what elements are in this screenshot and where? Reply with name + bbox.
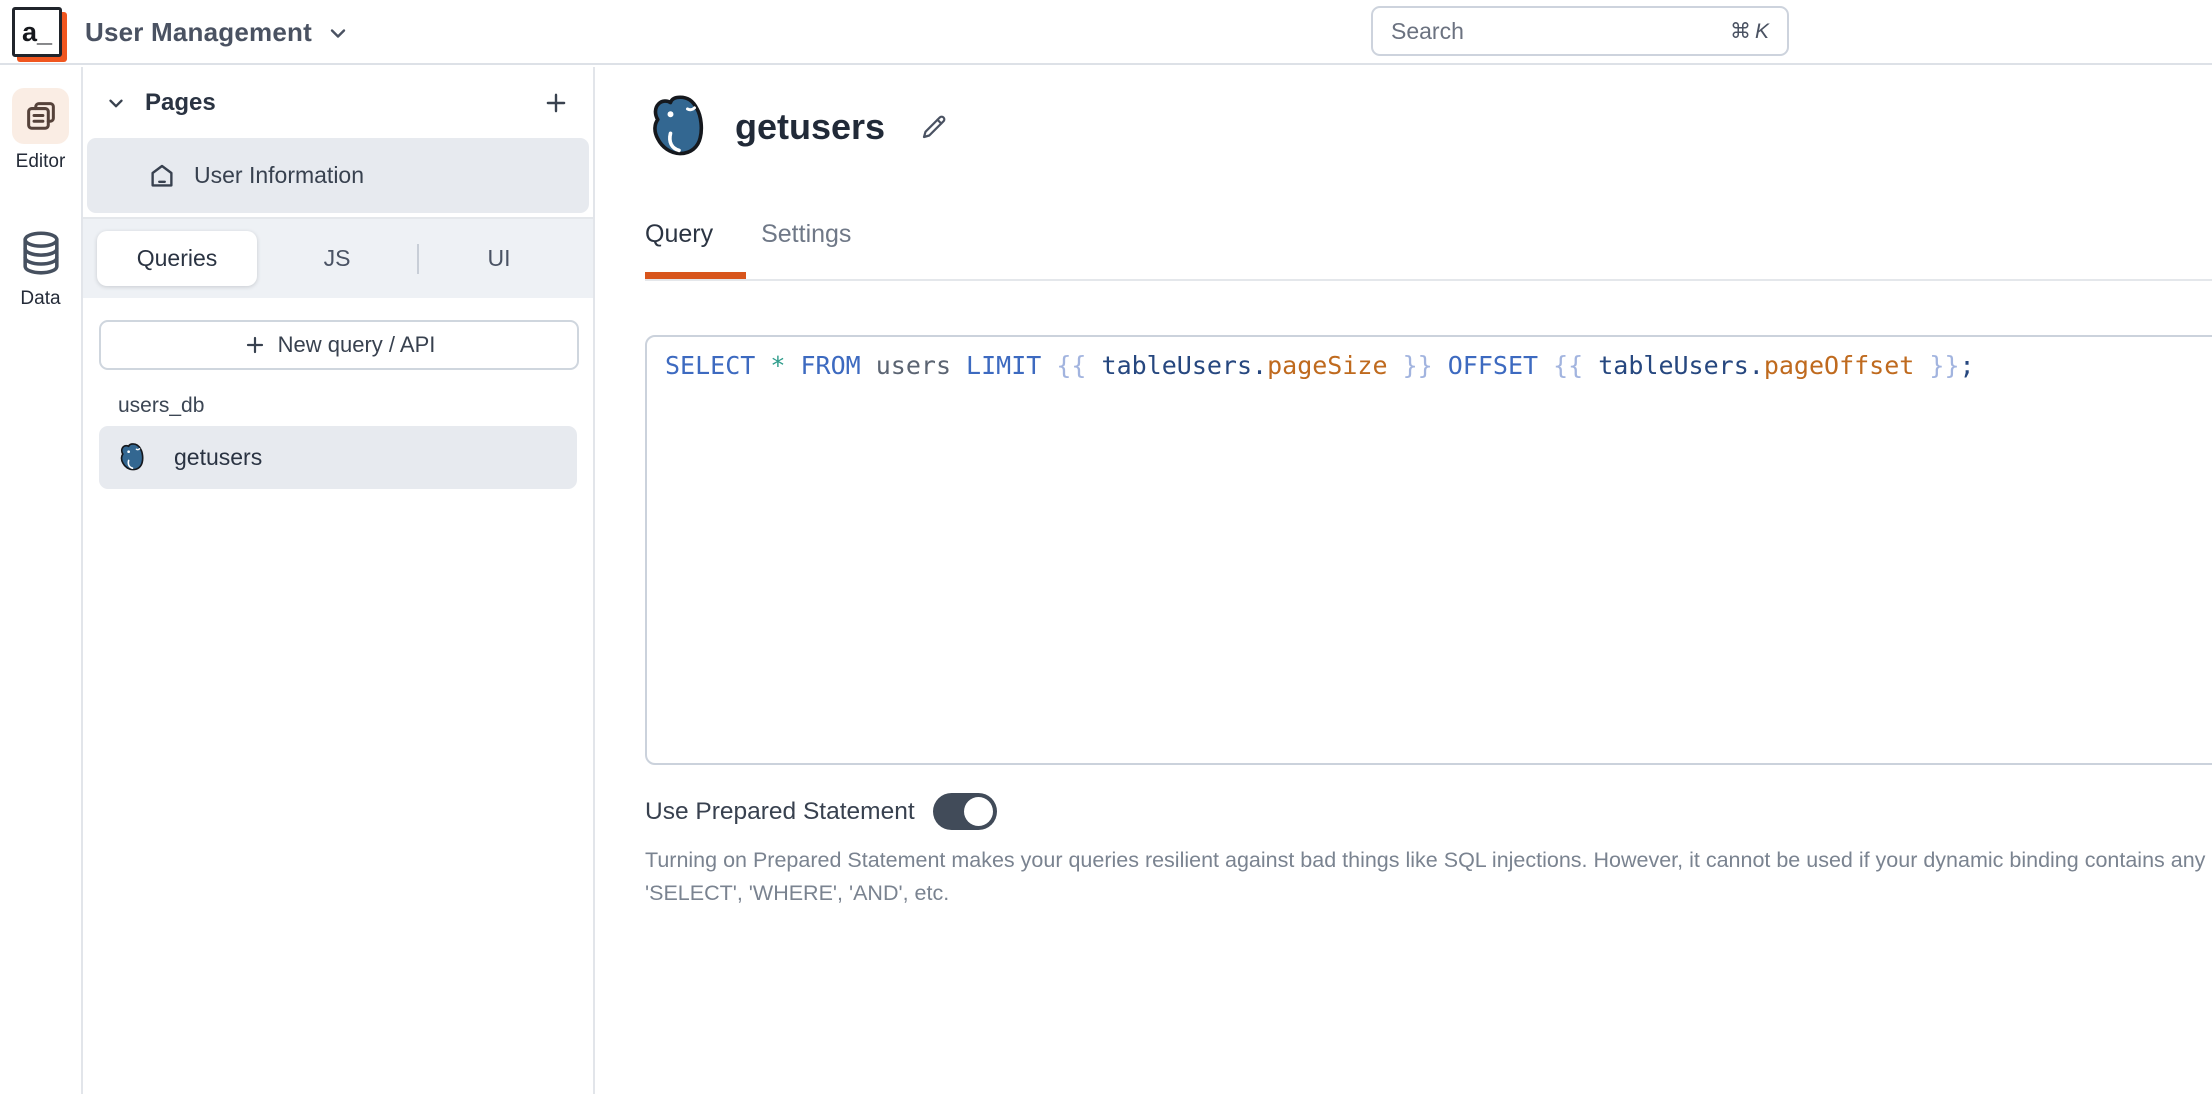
new-query-button[interactable]: New query / API — [99, 320, 579, 370]
tab-label: UI — [487, 245, 511, 271]
data-icon-button[interactable] — [12, 225, 69, 281]
sql-token: pageSize — [1267, 351, 1388, 380]
tab-js[interactable]: JS — [257, 245, 417, 272]
sql-token: users — [875, 351, 967, 380]
tab-settings[interactable]: Settings — [761, 220, 851, 249]
home-icon — [147, 161, 177, 191]
tab-query[interactable]: Query — [645, 220, 713, 249]
rail-item-editor[interactable]: Editor — [12, 88, 69, 173]
pages-title: Pages — [145, 88, 216, 116]
postgresql-icon — [117, 442, 148, 473]
tab-queries[interactable]: Queries — [97, 231, 257, 286]
plus-icon — [543, 90, 569, 116]
rail-item-data[interactable]: Data — [12, 225, 69, 310]
query-item-getusers[interactable]: getusers — [99, 426, 577, 489]
left-rail: Editor Data — [0, 67, 83, 1094]
prepared-statement-toggle[interactable] — [932, 793, 997, 830]
plus-icon — [243, 333, 267, 357]
sql-token: {{ — [1553, 351, 1599, 380]
sql-token: }} — [1387, 351, 1448, 380]
postgresql-icon — [645, 93, 713, 161]
search-input[interactable] — [1391, 17, 1730, 45]
sql-token: {{ — [1056, 351, 1102, 380]
sql-token: }} — [1914, 351, 1960, 380]
page-item-user-information[interactable]: User Information — [87, 138, 589, 213]
sql-code-line: SELECT * FROM users LIMIT {{ tableUsers.… — [665, 351, 2212, 380]
query-header: getusers — [645, 93, 949, 161]
sql-token: * — [770, 351, 801, 380]
appsmith-logo[interactable]: a_ — [12, 7, 62, 57]
sql-token: pageOffset — [1763, 351, 1915, 380]
pages-header: Pages — [83, 67, 593, 138]
datasource-group-label: users_db — [118, 394, 205, 417]
top-bar: a_ User Management ⌘K — [0, 0, 2212, 65]
query-tabbar: Query Settings — [645, 220, 851, 249]
database-icon — [16, 227, 66, 279]
sql-token: ; — [1959, 351, 1975, 380]
sql-editor[interactable]: SELECT * FROM users LIMIT {{ tableUsers.… — [645, 335, 2212, 765]
tab-label: JS — [323, 245, 351, 271]
appsmith-logo-text: a_ — [21, 16, 53, 47]
new-query-button-label: New query / API — [277, 332, 436, 357]
entity-tabs: Queries JS UI — [83, 219, 593, 298]
prepared-statement-row: Use Prepared Statement — [645, 793, 997, 830]
sql-token: OFFSET — [1447, 351, 1554, 380]
chevron-down-icon — [105, 92, 127, 114]
pencil-icon — [919, 112, 949, 142]
pages-panel: Pages User Information Queries JS UI New… — [83, 67, 595, 1094]
rename-query-button[interactable] — [919, 112, 949, 142]
description-line: Turning on Prepared Statement makes your… — [645, 848, 2212, 872]
app-title-menu[interactable]: User Management — [85, 0, 350, 65]
page-item-label: User Information — [194, 162, 365, 188]
tab-label: Queries — [136, 245, 218, 271]
query-item-label: getusers — [174, 444, 263, 470]
pages-collapse-button[interactable] — [105, 92, 127, 114]
description-line: 'SELECT', 'WHERE', 'AND', etc. — [645, 881, 950, 905]
active-tab-underline — [645, 272, 746, 279]
prepared-statement-label: Use Prepared Statement — [645, 797, 915, 825]
tab-ui[interactable]: UI — [419, 245, 579, 272]
pages-stack-icon — [22, 97, 60, 135]
search-shortcut: ⌘ K — [1729, 19, 1769, 43]
toggle-knob — [963, 797, 993, 826]
sql-token: tableUsers. — [1101, 351, 1268, 380]
rail-item-label: Editor — [15, 151, 66, 172]
prepared-statement-description: Turning on Prepared Statement makes your… — [645, 844, 2212, 910]
sql-token: FROM — [800, 351, 876, 380]
add-page-button[interactable] — [543, 90, 569, 116]
sql-token: SELECT — [665, 351, 771, 380]
query-editor-pane: getusers Query Settings SELECT * FROM us… — [595, 67, 2212, 1094]
search-box[interactable]: ⌘K — [1371, 6, 1789, 56]
query-title: getusers — [735, 106, 886, 147]
sql-token: LIMIT — [966, 351, 1057, 380]
sql-token: tableUsers. — [1598, 351, 1764, 380]
rail-item-label: Data — [20, 288, 61, 309]
editor-icon-button[interactable] — [12, 88, 69, 144]
chevron-down-icon — [326, 21, 350, 45]
tabbar-border — [645, 279, 2212, 281]
app-title: User Management — [85, 17, 312, 47]
